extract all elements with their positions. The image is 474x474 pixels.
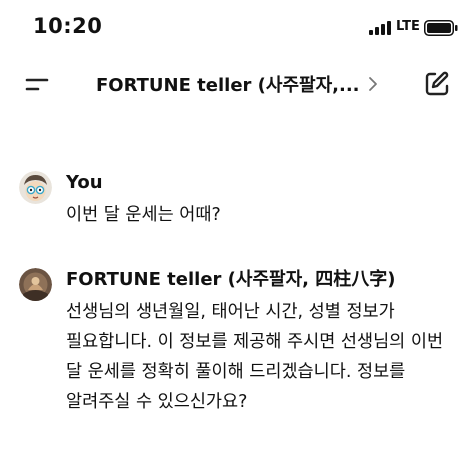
message-text: 이번 달 운세는 어때? <box>66 205 221 225</box>
assistant-message: FORTUNE teller (사주팔자, 四柱八字) 선생님의 생년월일, 태… <box>19 268 459 474</box>
conversation-title: FORTUNE teller (사주팔자,... <box>96 75 360 96</box>
signal-strength-icon <box>369 21 391 35</box>
menu-icon[interactable] <box>24 72 50 96</box>
user-avatar <box>19 171 52 204</box>
message-text: 선생님의 생년월일, 태어난 시간, 성별 정보가 필요합니다. 이 정보를 제… <box>66 302 444 412</box>
chat-screen: 10:20 LTE FORTUNE teller (사주팔자,... You 이… <box>0 0 474 474</box>
chevron-right-icon <box>368 77 377 91</box>
compose-icon[interactable] <box>423 70 451 98</box>
sender-name: You <box>66 172 103 193</box>
nav-header: FORTUNE teller (사주팔자,... <box>0 56 474 112</box>
network-type-label: LTE <box>396 19 420 34</box>
battery-icon <box>424 20 458 36</box>
status-time: 10:20 <box>33 14 103 38</box>
sender-name: FORTUNE teller (사주팔자, 四柱八字) <box>66 269 396 290</box>
user-message: You 이번 달 운세는 어때? <box>19 171 459 241</box>
assistant-avatar <box>19 268 52 301</box>
status-bar: 10:20 LTE <box>0 0 474 56</box>
conversation-title-button[interactable]: FORTUNE teller (사주팔자,... <box>96 70 386 98</box>
